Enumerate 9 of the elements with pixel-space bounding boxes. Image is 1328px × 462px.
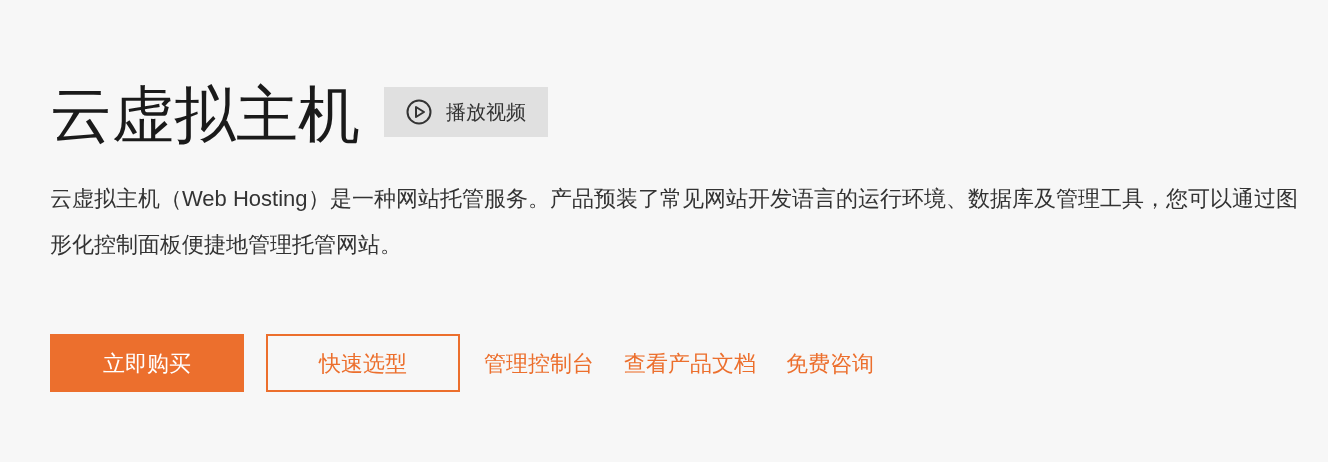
play-icon	[406, 99, 432, 125]
buy-button[interactable]: 立即购买	[50, 334, 244, 392]
description: 云虚拟主机（Web Hosting）是一种网站托管服务。产品预装了常见网站开发语言的运行环境、数据库及管理工具，您可以通过图形化控制面板便捷地管理托管网站。	[50, 185, 1299, 259]
play-video-button[interactable]: 播放视频	[384, 87, 548, 137]
link[interactable]: 免费咨询	[786, 346, 874, 380]
page-title: 云虚拟主机	[50, 79, 360, 151]
quick-select-button[interactable]: 快速选型	[266, 334, 460, 392]
link[interactable]: 查看产品文档	[624, 346, 756, 380]
link[interactable]: 管理控制台	[484, 346, 594, 380]
